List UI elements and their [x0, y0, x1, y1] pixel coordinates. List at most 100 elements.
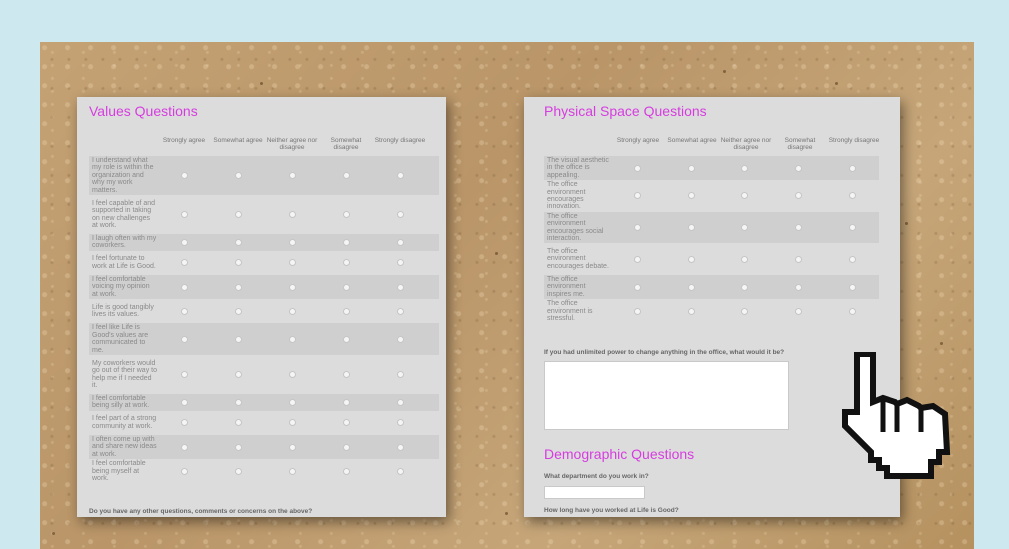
likert-radio-2[interactable] [288, 467, 296, 475]
likert-radio-2[interactable] [288, 283, 296, 291]
likert-radio-1[interactable] [687, 224, 695, 232]
likert-radio-4[interactable] [396, 443, 404, 451]
likert-radio-0[interactable] [180, 371, 188, 378]
likert-radio-4[interactable] [396, 283, 404, 291]
question-row: I feel comfortable voicing my opinion at… [89, 275, 439, 300]
likert-radio-2[interactable] [741, 283, 749, 291]
likert-radio-3[interactable] [342, 467, 350, 475]
office-change-textarea[interactable] [544, 361, 789, 430]
likert-radio-1[interactable] [234, 259, 242, 267]
likert-radio-3[interactable] [342, 371, 350, 378]
likert-radio-0[interactable] [180, 398, 188, 406]
likert-radio-2[interactable] [288, 307, 296, 315]
question-text: I understand what my role is within the … [92, 156, 154, 194]
likert-radio-0[interactable] [180, 419, 188, 427]
likert-radio-3[interactable] [342, 335, 350, 343]
likert-radio-0[interactable] [180, 283, 188, 291]
likert-radio-3[interactable] [342, 211, 350, 218]
likert-radio-1[interactable] [234, 419, 242, 427]
likert-radio-0[interactable] [180, 211, 188, 218]
likert-radio-4[interactable] [848, 224, 856, 232]
likert-radio-0[interactable] [180, 238, 188, 246]
likert-radio-2[interactable] [741, 192, 749, 200]
likert-radio-2[interactable] [288, 238, 296, 246]
likert-radio-2[interactable] [741, 307, 749, 315]
likert-radio-2[interactable] [741, 164, 749, 172]
likert-radio-3[interactable] [342, 283, 350, 291]
likert-radio-4[interactable] [396, 335, 404, 343]
department-input[interactable] [544, 486, 645, 499]
likert-radio-3[interactable] [342, 443, 350, 451]
question-text: I feel part of a strong community at wor… [92, 415, 157, 430]
likert-radio-3[interactable] [342, 307, 350, 315]
likert-radio-0[interactable] [180, 307, 188, 315]
likert-radio-1[interactable] [687, 307, 695, 315]
likert-radio-1[interactable] [234, 238, 242, 246]
likert-radio-0[interactable] [633, 192, 641, 200]
likert-radio-4[interactable] [396, 172, 404, 179]
likert-radio-3[interactable] [342, 398, 350, 406]
likert-radio-4[interactable] [848, 255, 856, 263]
likert-radio-2[interactable] [288, 398, 296, 406]
likert-radio-0[interactable] [633, 164, 641, 172]
likert-radio-1[interactable] [234, 307, 242, 315]
likert-radio-2[interactable] [288, 259, 296, 267]
likert-radio-1[interactable] [234, 398, 242, 406]
likert-radio-2[interactable] [288, 443, 296, 451]
likert-radio-2[interactable] [288, 335, 296, 343]
likert-radio-3[interactable] [794, 307, 802, 315]
likert-radio-2[interactable] [288, 371, 296, 378]
likert-radio-1[interactable] [234, 443, 242, 451]
scale-header-4: Strongly disagree [828, 137, 880, 144]
likert-radio-3[interactable] [794, 192, 802, 200]
likert-radio-1[interactable] [687, 255, 695, 263]
likert-radio-3[interactable] [342, 419, 350, 427]
likert-radio-0[interactable] [633, 283, 641, 291]
likert-radio-3[interactable] [794, 255, 802, 263]
likert-radio-4[interactable] [396, 211, 404, 218]
likert-radio-3[interactable] [794, 164, 802, 172]
likert-radio-1[interactable] [234, 283, 242, 291]
likert-radio-1[interactable] [234, 467, 242, 475]
likert-radio-1[interactable] [234, 211, 242, 218]
likert-radio-1[interactable] [234, 335, 242, 343]
question-row: I feel part of a strong community at wor… [89, 411, 439, 435]
likert-radio-0[interactable] [633, 224, 641, 232]
likert-radio-2[interactable] [741, 224, 749, 232]
likert-radio-2[interactable] [288, 172, 296, 179]
scale-header-1: Somewhat agree [213, 137, 263, 144]
likert-radio-4[interactable] [848, 192, 856, 200]
likert-radio-4[interactable] [396, 238, 404, 246]
likert-radio-0[interactable] [633, 307, 641, 315]
likert-radio-0[interactable] [180, 172, 188, 179]
likert-radio-3[interactable] [342, 172, 350, 179]
likert-radio-4[interactable] [848, 283, 856, 291]
likert-radio-4[interactable] [396, 398, 404, 406]
likert-radio-3[interactable] [794, 224, 802, 232]
likert-radio-4[interactable] [396, 371, 404, 378]
likert-radio-2[interactable] [288, 419, 296, 427]
likert-radio-4[interactable] [396, 259, 404, 267]
likert-radio-0[interactable] [180, 259, 188, 267]
likert-radio-2[interactable] [741, 255, 749, 263]
likert-radio-1[interactable] [234, 172, 242, 179]
likert-radio-1[interactable] [687, 192, 695, 200]
likert-radio-0[interactable] [180, 443, 188, 451]
likert-radio-3[interactable] [342, 259, 350, 267]
question-text: The visual aesthetic in the office is ap… [547, 156, 609, 179]
likert-radio-2[interactable] [288, 211, 296, 218]
likert-radio-0[interactable] [180, 467, 188, 475]
likert-radio-0[interactable] [633, 255, 641, 263]
likert-radio-1[interactable] [234, 371, 242, 378]
likert-radio-3[interactable] [342, 238, 350, 246]
likert-radio-3[interactable] [794, 283, 802, 291]
values-title: Values Questions [89, 103, 198, 119]
likert-radio-0[interactable] [180, 335, 188, 343]
likert-radio-4[interactable] [396, 467, 404, 475]
likert-radio-4[interactable] [848, 164, 856, 172]
likert-radio-4[interactable] [396, 419, 404, 427]
likert-radio-1[interactable] [687, 283, 695, 291]
likert-radio-4[interactable] [396, 307, 404, 315]
likert-radio-1[interactable] [687, 164, 695, 172]
likert-radio-4[interactable] [848, 307, 856, 315]
